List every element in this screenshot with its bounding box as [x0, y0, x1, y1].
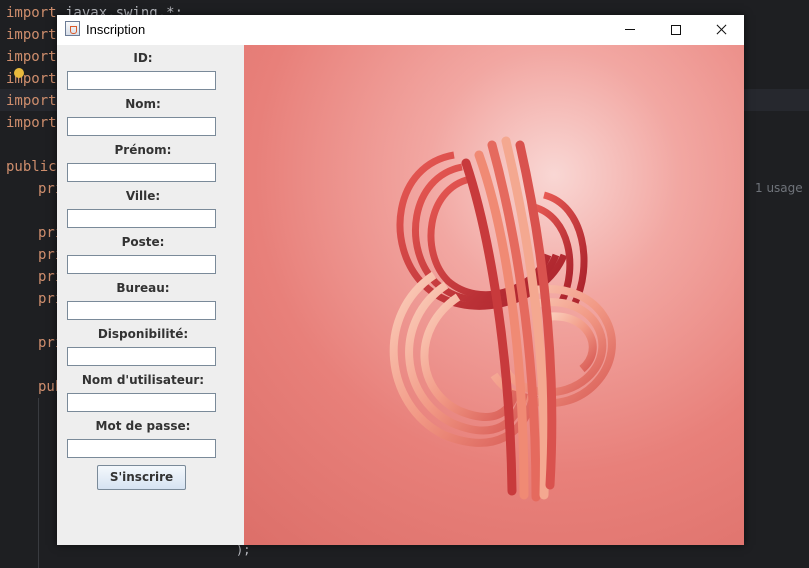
poste-label: Poste: — [121, 235, 165, 249]
username-label: Nom d'utilisateur: — [81, 373, 205, 387]
indent-guide — [38, 398, 39, 568]
registration-form: ID: Nom: Prénom: Ville: Poste: Bureau: D… — [57, 45, 244, 545]
minimize-button[interactable] — [607, 15, 653, 45]
code-line[interactable]: import — [6, 46, 57, 68]
nom-label: Nom: — [125, 97, 161, 111]
ville-field[interactable] — [67, 209, 216, 228]
title-bar[interactable]: Inscription — [57, 15, 744, 45]
code-line[interactable]: import — [6, 112, 57, 134]
disponibilite-label: Disponibilité: — [97, 327, 189, 341]
disponibilite-field[interactable] — [67, 347, 216, 366]
usage-hint[interactable]: 1 usage — [755, 181, 803, 195]
nom-field[interactable] — [67, 117, 216, 136]
inscription-window: Inscription ID: Nom: Prénom: Ville: Post… — [57, 15, 744, 545]
code-line[interactable]: public — [6, 156, 57, 178]
register-button[interactable]: S'inscrire — [97, 465, 186, 490]
code-fragment: ); — [236, 543, 251, 557]
prenom-label: Prénom: — [114, 143, 172, 157]
window-title: Inscription — [86, 22, 146, 37]
ville-label: Ville: — [125, 189, 161, 203]
minimize-icon — [625, 29, 635, 30]
bureau-field[interactable] — [67, 301, 216, 320]
code-line[interactable]: import — [6, 24, 57, 46]
maximize-icon — [671, 25, 681, 35]
knot-image — [244, 45, 744, 545]
bureau-label: Bureau: — [116, 281, 170, 295]
id-label: ID: — [133, 51, 153, 65]
java-app-icon — [65, 21, 80, 36]
password-label: Mot de passe: — [95, 419, 191, 433]
poste-field[interactable] — [67, 255, 216, 274]
abstract-knot-image — [389, 136, 616, 502]
maximize-button[interactable] — [653, 15, 699, 45]
lightbulb-icon[interactable] — [14, 68, 24, 78]
username-field[interactable] — [67, 393, 216, 412]
password-field[interactable] — [67, 439, 216, 458]
prenom-field[interactable] — [67, 163, 216, 182]
close-button[interactable] — [698, 15, 744, 45]
id-field[interactable] — [67, 71, 216, 90]
code-line[interactable]: import — [6, 90, 57, 112]
